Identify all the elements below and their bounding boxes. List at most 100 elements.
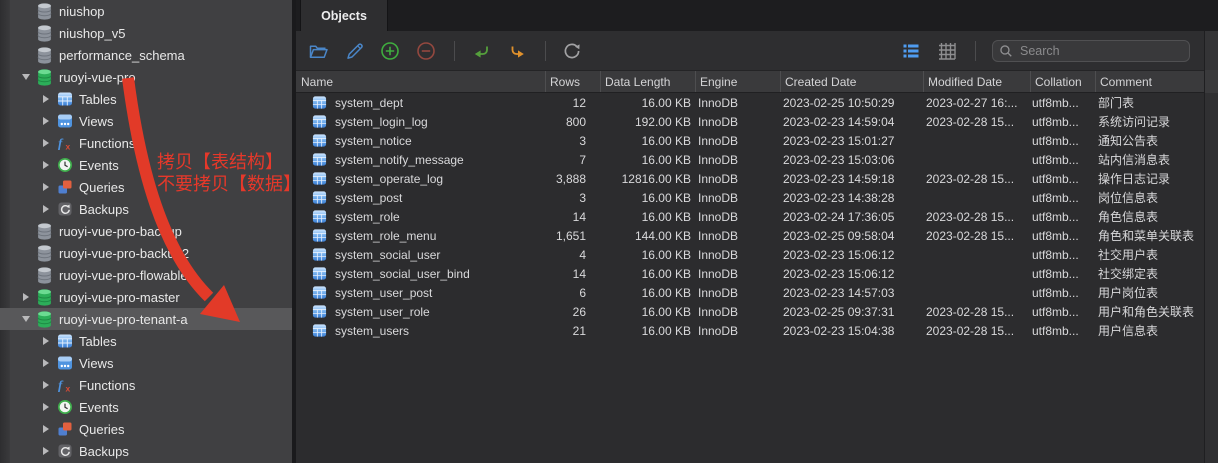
table-row[interactable]: system_notice316.00 KBInnoDB2023-02-23 1…: [296, 131, 1204, 150]
sidebar-item-backups[interactable]: Backups: [0, 440, 292, 462]
column-header-rows[interactable]: Rows: [545, 71, 600, 92]
chevron-right-icon[interactable]: [39, 94, 53, 104]
sidebar-item-niushop[interactable]: niushop: [0, 0, 292, 22]
export-wizard-button[interactable]: [507, 41, 527, 61]
chevron-right-icon[interactable]: [39, 380, 53, 390]
table-row[interactable]: system_login_log800192.00 KBInnoDB2023-0…: [296, 112, 1204, 131]
table-row[interactable]: system_notify_message716.00 KBInnoDB2023…: [296, 150, 1204, 169]
sidebar-item-ruoyi-vue-pro-backup[interactable]: ruoyi-vue-pro-backup: [0, 220, 292, 242]
cell-created: 2023-02-23 15:04:38: [780, 324, 923, 338]
chevron-right-icon[interactable]: [39, 358, 53, 368]
table-row[interactable]: system_post316.00 KBInnoDB2023-02-23 14:…: [296, 188, 1204, 207]
database-green-icon: [36, 311, 53, 328]
cell-created: 2023-02-23 15:01:27: [780, 134, 923, 148]
chevron-right-icon[interactable]: [39, 424, 53, 434]
table-name-label: system_user_role: [335, 305, 430, 319]
cell-rows: 3,888: [545, 172, 600, 186]
main-panel: Objects: [296, 0, 1218, 463]
delete-table-button[interactable]: [416, 41, 436, 61]
sidebar-item-niushop-v5[interactable]: niushop_v5: [0, 22, 292, 44]
toolbar-separator: [975, 41, 976, 61]
column-header-engine[interactable]: Engine: [695, 71, 780, 92]
cell-engine: InnoDB: [695, 324, 780, 338]
search-box[interactable]: [992, 40, 1190, 62]
new-table-button[interactable]: [380, 41, 400, 61]
table-row[interactable]: system_role_menu1,651144.00 KBInnoDB2023…: [296, 226, 1204, 245]
plus-circle-icon: [380, 41, 400, 61]
sidebar-item-queries[interactable]: Queries: [0, 176, 292, 198]
search-input[interactable]: [1018, 43, 1183, 59]
cell-data_length: 16.00 KB: [600, 324, 695, 338]
cell-data_length: 16.00 KB: [600, 191, 695, 205]
sidebar-item-views[interactable]: Views: [0, 110, 292, 132]
sidebar-item-queries[interactable]: Queries: [0, 418, 292, 440]
sidebar-item-performance-schema[interactable]: performance_schema: [0, 44, 292, 66]
sidebar-item-ruoyi-vue-pro-master[interactable]: ruoyi-vue-pro-master: [0, 286, 292, 308]
cell-modified: 2023-02-27 16:...: [923, 96, 1030, 110]
table-name-label: system_operate_log: [335, 172, 443, 186]
table-row[interactable]: system_social_user416.00 KBInnoDB2023-02…: [296, 245, 1204, 264]
sidebar-item-tables[interactable]: Tables: [0, 330, 292, 352]
chevron-right-icon[interactable]: [39, 160, 53, 170]
sidebar-item-backups[interactable]: Backups: [0, 198, 292, 220]
table-row[interactable]: system_role1416.00 KBInnoDB2023-02-24 17…: [296, 207, 1204, 226]
chevron-right-icon[interactable]: [39, 138, 53, 148]
sidebar-item-views[interactable]: Views: [0, 352, 292, 374]
chevron-right-icon[interactable]: [39, 116, 53, 126]
sidebar-item-ruoyi-vue-pro[interactable]: ruoyi-vue-pro: [0, 66, 292, 88]
cell-engine: InnoDB: [695, 286, 780, 300]
sidebar-item-label: Functions: [79, 378, 135, 393]
cell-name: system_dept: [296, 95, 545, 110]
sidebar-item-label: ruoyi-vue-pro-backup: [59, 224, 182, 239]
open-table-button[interactable]: [308, 41, 328, 61]
chevron-down-icon[interactable]: [19, 314, 33, 324]
column-header-comment[interactable]: Comment: [1095, 71, 1204, 92]
cell-created: 2023-02-25 09:58:04: [780, 229, 923, 243]
table-row[interactable]: system_users2116.00 KBInnoDB2023-02-23 1…: [296, 321, 1204, 340]
chevron-right-icon[interactable]: [19, 292, 33, 302]
chevron-down-icon[interactable]: [19, 72, 33, 82]
chevron-right-icon[interactable]: [39, 182, 53, 192]
table-row[interactable]: system_user_post616.00 KBInnoDB2023-02-2…: [296, 283, 1204, 302]
table-name-label: system_notify_message: [335, 153, 464, 167]
chevron-right-icon[interactable]: [39, 402, 53, 412]
column-header-modified-date[interactable]: Modified Date: [923, 71, 1030, 92]
sidebar-item-ruoyi-vue-pro-backup2[interactable]: ruoyi-vue-pro-backup2: [0, 242, 292, 264]
cell-engine: InnoDB: [695, 172, 780, 186]
functions-icon: f x: [56, 377, 73, 394]
refresh-button[interactable]: [562, 41, 582, 61]
import-wizard-button[interactable]: [471, 41, 491, 61]
table-header: Name Rows Data Length Engine Created Dat…: [296, 70, 1204, 93]
chevron-right-icon[interactable]: [39, 336, 53, 346]
sidebar-item-tables[interactable]: Tables: [0, 88, 292, 110]
sidebar-item-events[interactable]: Events: [0, 396, 292, 418]
design-table-button[interactable]: [344, 41, 364, 61]
table-row[interactable]: system_social_user_bind1416.00 KBInnoDB2…: [296, 264, 1204, 283]
chevron-right-icon[interactable]: [39, 204, 53, 214]
cell-collation: utf8mb...: [1030, 229, 1095, 243]
column-header-data-length[interactable]: Data Length: [600, 71, 695, 92]
tab-objects[interactable]: Objects: [300, 0, 388, 31]
sidebar-item-ruoyi-vue-pro-flowable[interactable]: ruoyi-vue-pro-flowable: [0, 264, 292, 286]
list-view-button[interactable]: [901, 41, 921, 61]
cell-created: 2023-02-23 14:57:03: [780, 286, 923, 300]
sidebar-item-functions[interactable]: f x Functions: [0, 374, 292, 396]
table-icon: [312, 171, 327, 186]
column-header-created-date[interactable]: Created Date: [780, 71, 923, 92]
cell-collation: utf8mb...: [1030, 96, 1095, 110]
column-header-collation[interactable]: Collation: [1030, 71, 1095, 92]
sidebar-item-label: ruoyi-vue-pro-master: [59, 290, 180, 305]
connection-sidebar: niushop niushop_v5 performance_schema ru…: [0, 0, 292, 463]
table-row[interactable]: system_operate_log3,88812816.00 KBInnoDB…: [296, 169, 1204, 188]
column-header-name[interactable]: Name: [296, 71, 545, 92]
table-row[interactable]: system_dept1216.00 KBInnoDB2023-02-25 10…: [296, 93, 1204, 112]
grid-view-button[interactable]: [937, 41, 957, 61]
objects-toolbar: [296, 31, 1218, 70]
sidebar-item-ruoyi-vue-pro-tenant-a[interactable]: ruoyi-vue-pro-tenant-a: [0, 308, 292, 330]
events-icon: [56, 399, 73, 416]
cell-name: system_social_user_bind: [296, 266, 545, 281]
table-row[interactable]: system_user_role2616.00 KBInnoDB2023-02-…: [296, 302, 1204, 321]
sidebar-item-events[interactable]: Events: [0, 154, 292, 176]
chevron-right-icon[interactable]: [39, 446, 53, 456]
sidebar-item-functions[interactable]: f xFunctions: [0, 132, 292, 154]
